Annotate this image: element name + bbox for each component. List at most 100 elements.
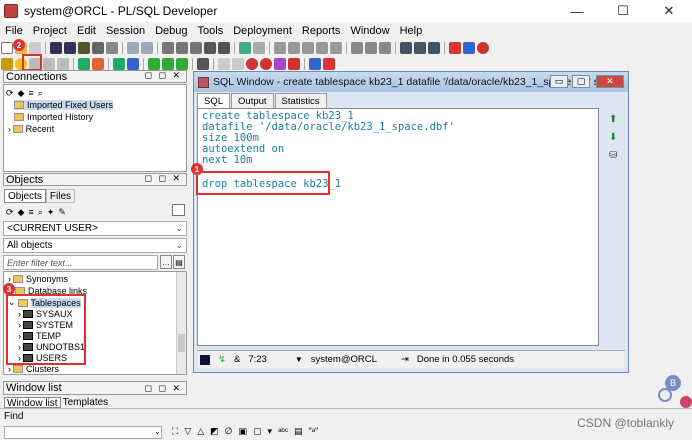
filter-icon[interactable]: ≡ xyxy=(28,207,33,217)
print-icon[interactable] xyxy=(92,42,104,54)
tree-item[interactable]: › Clusters xyxy=(8,364,59,374)
sql-minimize-button[interactable]: ▭ xyxy=(550,75,568,88)
scrollbar-thumb[interactable] xyxy=(178,334,185,352)
menu-deployment[interactable]: Deployment xyxy=(228,25,297,37)
window-tile-icon[interactable] xyxy=(400,42,412,54)
highlight-icon[interactable]: ◩ xyxy=(210,426,219,437)
arrow-up-icon[interactable]: ⬆ xyxy=(609,114,617,125)
connection-item[interactable]: › Recent xyxy=(8,124,54,134)
tab-statistics[interactable]: Statistics xyxy=(274,93,327,108)
breakpoint-icon[interactable] xyxy=(246,58,258,70)
arrow-down-icon[interactable]: ⬇ xyxy=(609,132,617,143)
objects-view-select[interactable]: All objects ⌄ xyxy=(3,238,187,253)
user-select[interactable]: <CURRENT USER> ⌄ xyxy=(3,221,187,236)
save-icon[interactable] xyxy=(50,42,62,54)
minimize-button[interactable]: — xyxy=(554,0,600,22)
filter-apply-button[interactable]: ▤ xyxy=(173,255,185,269)
undo-icon[interactable] xyxy=(127,42,139,54)
clear-icon[interactable] xyxy=(330,42,342,54)
find-down-icon[interactable]: ▽ xyxy=(184,426,191,437)
quote-icon[interactable]: "ᵃ" xyxy=(309,426,319,437)
disconnect-icon[interactable] xyxy=(127,58,139,70)
menu-help[interactable]: Help xyxy=(395,25,428,37)
unindent-icon[interactable] xyxy=(288,42,300,54)
save-all-icon[interactable] xyxy=(64,42,76,54)
connection-item[interactable]: Imported Fixed Users xyxy=(14,100,114,110)
objects-scrollbar[interactable] xyxy=(176,272,186,374)
more-button[interactable]: … xyxy=(160,255,172,269)
clear-find-icon[interactable]: ∅ xyxy=(225,426,233,437)
uncomment-icon[interactable] xyxy=(316,42,328,54)
find-input[interactable] xyxy=(4,426,162,439)
replace-icon[interactable] xyxy=(218,42,230,54)
settings-icon[interactable]: ✎ xyxy=(58,207,66,218)
compile-all-icon[interactable] xyxy=(176,58,188,70)
add-icon[interactable]: ◆ xyxy=(18,207,25,218)
case-icon[interactable]: ▣ xyxy=(239,426,248,437)
lowercase-icon[interactable] xyxy=(379,42,391,54)
abc-icon[interactable]: ᵃᵇᶜ xyxy=(278,426,288,437)
arrow-left-icon[interactable] xyxy=(323,58,335,70)
goto-icon[interactable] xyxy=(239,42,251,54)
binoculars-icon[interactable]: ⛶ xyxy=(172,426,178,437)
copy-icon[interactable] xyxy=(176,42,188,54)
menu-edit[interactable]: Edit xyxy=(72,25,101,37)
window-cascade-icon[interactable] xyxy=(414,42,426,54)
refresh-icon[interactable]: ⟳ xyxy=(6,88,14,99)
filter-icon[interactable]: ≡ xyxy=(28,88,33,98)
float-ring-icon[interactable] xyxy=(658,388,672,402)
chevron-down-icon[interactable]: ⌄ xyxy=(154,427,161,436)
debug-stop-icon[interactable] xyxy=(232,58,244,70)
chevron-right-icon[interactable]: › xyxy=(8,125,11,134)
connect-icon[interactable] xyxy=(113,58,125,70)
sql-editor[interactable]: create tablespace kb23_1 datafile '/data… xyxy=(197,108,599,346)
watch-icon[interactable] xyxy=(274,58,286,70)
window-list-icon[interactable] xyxy=(428,42,440,54)
sql-close-button[interactable]: ✕ xyxy=(596,75,624,88)
tab-objects[interactable]: Objects xyxy=(4,189,46,203)
new-icon[interactable] xyxy=(1,42,13,54)
panel-controls-icon[interactable]: ◻ ◻ ✕ xyxy=(145,383,182,394)
log-off-icon[interactable] xyxy=(92,58,104,70)
redo-icon[interactable] xyxy=(141,42,153,54)
whole-word-icon[interactable]: ▢ xyxy=(253,426,262,437)
log-on-icon[interactable] xyxy=(78,58,90,70)
commit-icon[interactable] xyxy=(43,58,55,70)
filter-input[interactable]: Enter filter text... xyxy=(3,255,158,270)
find-icon[interactable] xyxy=(204,42,216,54)
trace-icon[interactable] xyxy=(288,58,300,70)
cut-icon[interactable] xyxy=(162,42,174,54)
search-icon[interactable]: ⌕ xyxy=(38,88,43,99)
menu-session[interactable]: Session xyxy=(101,25,150,37)
refresh-icon[interactable]: ⟳ xyxy=(6,207,14,218)
comment-icon[interactable] xyxy=(302,42,314,54)
pin-icon[interactable]: ✦ xyxy=(47,207,55,218)
close-button[interactable]: ✕ xyxy=(646,0,692,22)
select-icon[interactable]: ▤ xyxy=(294,426,303,437)
add-icon[interactable]: ◆ xyxy=(18,88,25,99)
paste-icon[interactable] xyxy=(190,42,202,54)
avatar[interactable] xyxy=(680,396,692,408)
compile-icon[interactable] xyxy=(162,58,174,70)
print-preview-icon[interactable] xyxy=(106,42,118,54)
chevron-right-icon[interactable]: › xyxy=(8,364,11,374)
tab-output[interactable]: Output xyxy=(231,93,274,108)
key-icon[interactable] xyxy=(1,58,13,70)
menu-project[interactable]: Project xyxy=(28,25,72,37)
database-icon[interactable]: ⛁ xyxy=(609,150,617,161)
collapse-checkbox[interactable] xyxy=(172,204,185,216)
tab-sql[interactable]: SQL xyxy=(197,93,231,108)
format-icon[interactable] xyxy=(351,42,363,54)
menu-tools[interactable]: Tools xyxy=(193,25,229,37)
panel-controls-icon[interactable]: ◻ ◻ ✕ xyxy=(145,173,182,184)
debug-start-icon[interactable] xyxy=(218,58,230,70)
rollback-icon[interactable] xyxy=(57,58,69,70)
tab-templates[interactable]: Templates xyxy=(61,397,111,408)
sql-maximize-button[interactable]: ▢ xyxy=(572,75,590,88)
breakpoint-toggle-icon[interactable] xyxy=(260,58,272,70)
panel-controls-icon[interactable]: ◻ ◻ ✕ xyxy=(145,70,182,81)
chevron-down-icon[interactable]: ▼ xyxy=(295,355,303,364)
reopen-icon[interactable] xyxy=(29,42,41,54)
find-icon[interactable]: ⌕ xyxy=(38,207,43,218)
bookmark-icon[interactable] xyxy=(253,42,265,54)
